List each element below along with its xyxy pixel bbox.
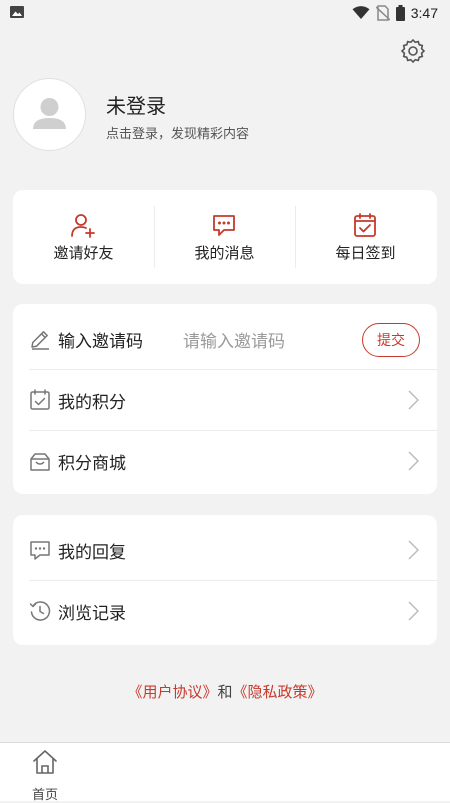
user-agreement-link[interactable]: 《用户协议》: [127, 683, 217, 701]
activity-card: 我的回复 浏览记录: [13, 515, 437, 645]
agreement-and-text: 和: [217, 683, 233, 701]
no-sim-icon: [375, 5, 390, 21]
default-avatar-icon: [33, 98, 66, 129]
status-time: 3:47: [410, 5, 438, 21]
daily-checkin-button[interactable]: 每日签到: [295, 190, 436, 284]
browse-history-row[interactable]: 浏览记录: [13, 581, 437, 641]
chevron-right-icon: [408, 451, 419, 471]
message-icon: [213, 215, 235, 236]
chevron-right-icon: [408, 390, 419, 410]
my-points-row[interactable]: 我的积分: [13, 370, 437, 430]
submit-button[interactable]: 提交: [362, 323, 420, 357]
comment-icon: [30, 541, 50, 560]
tab-home[interactable]: 首页: [20, 749, 70, 803]
invite-friends-label: 邀请好友: [53, 244, 114, 262]
gift-box-icon: [30, 453, 50, 471]
invite-code-label: 输入邀请码: [58, 332, 143, 352]
tab-home-label: 首页: [31, 788, 58, 803]
points-mall-row[interactable]: 积分商城: [13, 431, 437, 491]
my-replies-label: 我的回复: [58, 543, 126, 563]
chevron-right-icon: [408, 601, 419, 621]
avatar[interactable]: [13, 78, 86, 151]
pencil-icon: [31, 331, 49, 350]
battery-icon: [395, 5, 405, 21]
history-icon: [29, 601, 51, 621]
my-points-label: 我的积分: [58, 393, 126, 413]
points-mall-label: 积分商城: [58, 454, 126, 474]
privacy-policy-link[interactable]: 《隐私政策》: [233, 683, 323, 701]
chevron-right-icon: [408, 540, 419, 560]
invite-friends-button[interactable]: 邀请好友: [13, 190, 154, 284]
my-messages-button[interactable]: 我的消息: [154, 190, 295, 284]
browse-history-label: 浏览记录: [58, 604, 126, 624]
bottom-tab-bar: 首页: [0, 742, 450, 803]
profile-login-status[interactable]: 未登录: [106, 90, 166, 119]
points-card: 输入邀请码 请输入邀请码 提交 我的积分 积分商城: [13, 304, 437, 494]
calendar-check-icon: [354, 213, 376, 237]
points-calendar-icon: [30, 389, 50, 410]
invite-code-row: 输入邀请码 请输入邀请码 提交: [13, 309, 437, 369]
home-icon: [33, 750, 57, 774]
add-user-icon: [71, 214, 95, 238]
image-notification-icon: [10, 6, 24, 18]
quick-actions-card: 邀请好友 我的消息 每日签到: [13, 190, 437, 284]
my-messages-label: 我的消息: [194, 244, 255, 262]
invite-code-input[interactable]: 请输入邀请码: [183, 327, 285, 352]
status-bar: 3:47: [0, 0, 450, 26]
profile-login-hint[interactable]: 点击登录，发现精彩内容: [106, 123, 249, 142]
daily-checkin-label: 每日签到: [335, 244, 396, 262]
wifi-icon: [352, 6, 370, 19]
settings-gear-icon[interactable]: [400, 38, 426, 64]
agreement-text: 《用户协议》和《隐私政策》: [0, 681, 450, 702]
my-replies-row[interactable]: 我的回复: [13, 520, 437, 580]
